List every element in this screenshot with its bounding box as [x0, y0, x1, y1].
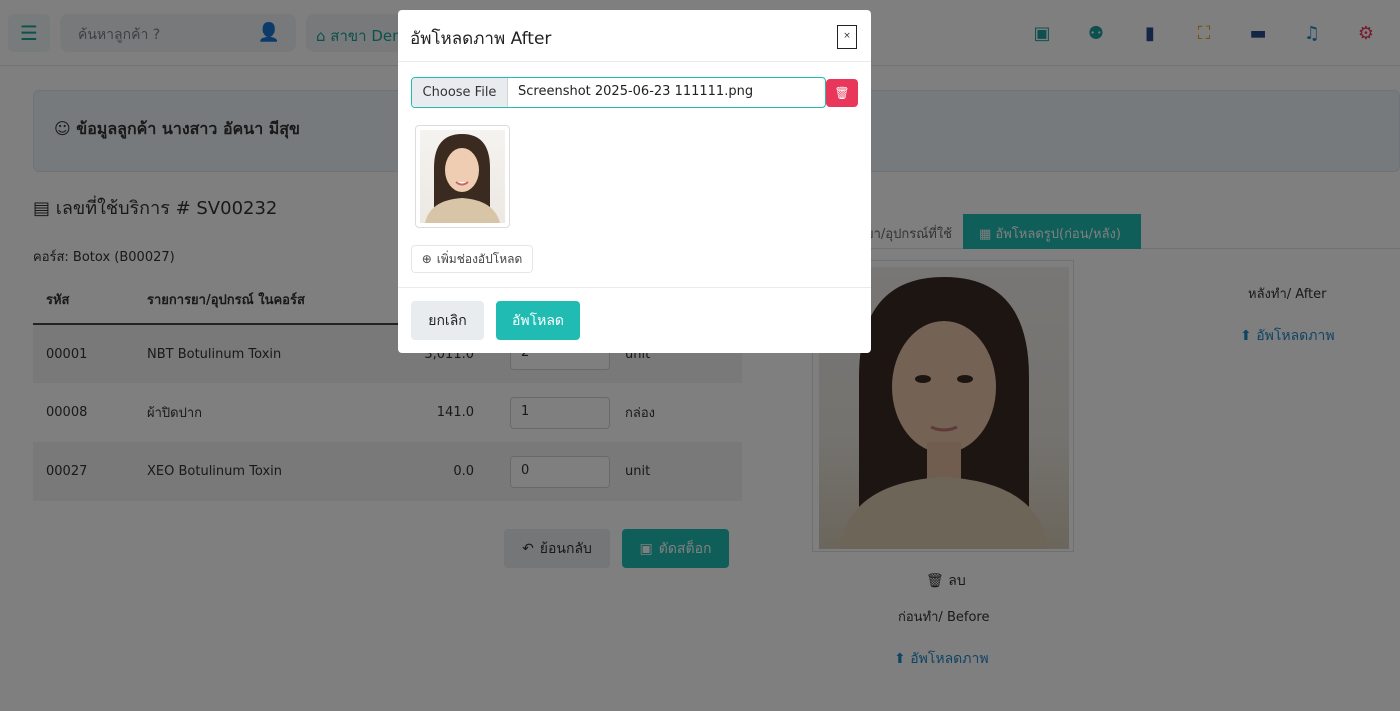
upload-preview-thumbnail	[415, 125, 510, 228]
close-button[interactable]: ×	[837, 25, 857, 49]
preview-image	[420, 130, 505, 223]
modal-title: อัพโหลดภาพ After	[410, 29, 552, 49]
selected-file-name: Screenshot 2025-06-23 111111.png	[518, 84, 754, 99]
upload-after-modal: อัพโหลดภาพ After × Choose File Screensho…	[398, 10, 871, 353]
modal-footer: ยกเลิก อัพโหลด	[398, 287, 871, 353]
upload-button[interactable]: อัพโหลด	[496, 301, 580, 340]
remove-file-button[interactable]: 🗑	[826, 79, 858, 107]
add-upload-slot-button[interactable]: ⊕ เพิ่มช่องอัปโหลด	[411, 245, 533, 273]
cancel-button[interactable]: ยกเลิก	[411, 301, 484, 340]
trash-icon: 🗑	[834, 86, 850, 100]
file-input[interactable]: Choose File Screenshot 2025-06-23 111111…	[411, 77, 826, 108]
choose-file-button[interactable]: Choose File	[412, 78, 508, 107]
preview-portrait	[425, 134, 500, 223]
modal-header: อัพโหลดภาพ After ×	[398, 10, 871, 62]
plus-circle-icon: ⊕	[421, 252, 432, 266]
